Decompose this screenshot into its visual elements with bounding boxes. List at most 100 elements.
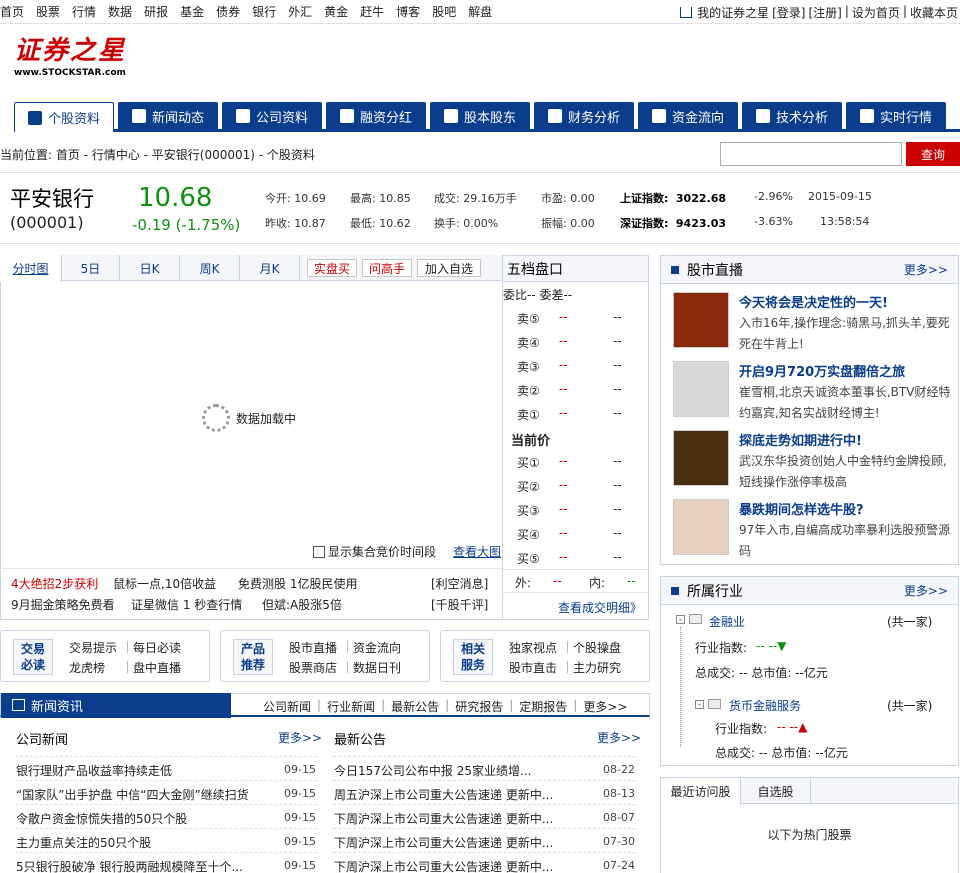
live-item-title[interactable]: 开启9月720万实盘翻倍之旅 — [739, 361, 905, 380]
news-item[interactable]: 令散户资金惊慌失措的50只个股 — [16, 810, 187, 827]
news-item[interactable]: 周五沪深上市公司重大公告速递 更新中... — [334, 786, 553, 803]
ad-link[interactable]: 9月掘金策略免费看 — [11, 596, 115, 613]
topnav-right-link[interactable]: 设为首页 — [852, 4, 900, 21]
news-item[interactable]: 银行理财产品收益率持续走低 — [16, 762, 172, 779]
more-link[interactable]: 更多>> — [278, 729, 322, 746]
topnav-link[interactable]: 基金 — [180, 3, 210, 20]
industry-name[interactable]: 货币金融服务 — [729, 697, 801, 714]
tab-monthly-k[interactable]: 月K — [240, 255, 300, 281]
live-item[interactable]: 开启9月720万实盘翻倍之旅 崔雪桐,北京天诚资本董事长,BTV财经特约嘉宾,知名… — [673, 361, 953, 423]
checkbox[interactable] — [313, 545, 325, 558]
news-item[interactable]: 主力重点关注的50只个股 — [16, 834, 151, 851]
avatar[interactable] — [673, 292, 729, 348]
service-link[interactable]: 盘中直播 — [133, 659, 181, 676]
news-category-link[interactable]: 研究报告 — [455, 698, 503, 715]
ad-link[interactable]: 鼠标一点,10倍收益 — [113, 575, 216, 592]
tab-moneyflow[interactable]: 资金流向 — [638, 102, 738, 130]
news-item[interactable]: 今日157公司公布中报 25家业绩增... — [334, 762, 531, 779]
index-sz[interactable]: 深证指数: 9423.03 — [620, 215, 726, 231]
real-buy-button[interactable]: 实盘买 — [307, 259, 357, 277]
service-link[interactable]: 股市直播 — [289, 639, 337, 656]
topnav-link[interactable]: 数据 — [108, 3, 138, 20]
news-category-link[interactable]: 公司新闻 — [263, 698, 311, 715]
topnav-link[interactable]: 股票 — [36, 3, 66, 20]
live-item[interactable]: 暴跌期间怎样选牛股? 97年入市,自编高成功率暴利选股预警源码 — [673, 499, 953, 561]
industry-name[interactable]: 金融业 — [709, 613, 745, 630]
site-logo[interactable]: 证券之星 www.STOCKSTAR.com — [14, 36, 134, 86]
tab-daily-k[interactable]: 日K — [120, 255, 180, 281]
news-item[interactable]: 下周沪深上市公司重大公告速递 更新中... — [334, 834, 553, 851]
service-link[interactable]: 独家视点 — [509, 639, 557, 656]
news-item[interactable]: 下周沪深上市公司重大公告速递 更新中... — [334, 858, 553, 873]
news-item[interactable]: 5只银行股破净 银行股两融规模降至十个... — [16, 858, 243, 873]
tab-news[interactable]: 新闻动态 — [118, 102, 218, 130]
topnav-right-link[interactable]: 我的证券之星 — [697, 4, 769, 21]
ad-link[interactable]: 但斌:A股涨5倍 — [262, 596, 342, 613]
tab-finance[interactable]: 财务分析 — [534, 102, 634, 130]
ad-link[interactable]: 4大绝招2步获利 — [11, 575, 98, 592]
tab-weekly-k[interactable]: 周K — [180, 255, 240, 281]
topnav-link[interactable]: 黄金 — [324, 3, 354, 20]
news-category-link[interactable]: 更多>> — [583, 698, 627, 715]
topnav-link[interactable]: 首页 — [0, 3, 30, 20]
tab-watchlist[interactable]: 自选股 — [741, 778, 811, 804]
live-item[interactable]: 今天将会是决定性的一天! 入市16年,操作理念:骑黑马,抓头羊,要死死在牛背上! — [673, 292, 953, 354]
news-category-link[interactable]: 最新公告 — [391, 698, 439, 715]
search-input[interactable] — [720, 142, 902, 166]
news-tab[interactable]: 新闻资讯 — [1, 693, 231, 718]
service-link[interactable]: 个股操盘 — [573, 639, 621, 656]
ad-link[interactable]: [千股千评] — [431, 596, 488, 613]
collapse-icon[interactable]: - — [676, 615, 685, 624]
ask-expert-button[interactable]: 问高手 — [362, 259, 412, 277]
tab-shareholders[interactable]: 股本股东 — [430, 102, 530, 130]
live-item-title[interactable]: 今天将会是决定性的一天! — [739, 292, 888, 311]
tab-intraday[interactable]: 分时图 — [0, 255, 62, 282]
news-category-link[interactable]: 行业新闻 — [327, 698, 375, 715]
topnav-link[interactable]: 外汇 — [288, 3, 318, 20]
search-button[interactable]: 查询 — [906, 142, 960, 166]
service-link[interactable]: 数据日刊 — [353, 659, 401, 676]
service-link[interactable]: 主力研究 — [573, 659, 621, 676]
service-link[interactable]: 资金流向 — [353, 639, 401, 656]
collapse-icon[interactable]: - — [695, 700, 704, 709]
topnav-link[interactable]: 股吧 — [432, 3, 462, 20]
auction-toggle[interactable]: 显示集合竞价时间段 — [313, 543, 436, 560]
more-link[interactable]: 更多>> — [904, 582, 948, 599]
service-link[interactable]: 股市直击 — [509, 659, 557, 676]
big-chart-link[interactable]: 查看大图 — [453, 543, 501, 560]
topnav-link[interactable]: 银行 — [252, 3, 282, 20]
topnav-link[interactable]: 解盘 — [468, 3, 498, 20]
avatar[interactable] — [673, 430, 729, 486]
topnav-link[interactable]: 博客 — [396, 3, 426, 20]
topnav-right-link[interactable]: 收藏本页 — [910, 4, 958, 21]
topnav-right-link[interactable]: [登录] — [772, 4, 805, 21]
tab-technical[interactable]: 技术分析 — [742, 102, 842, 130]
tab-company[interactable]: 公司资料 — [222, 102, 322, 130]
ad-link[interactable]: 证星微信 1 秒查行情 — [131, 596, 242, 613]
news-item[interactable]: 下周沪深上市公司重大公告速递 更新中... — [334, 810, 553, 827]
avatar[interactable] — [673, 361, 729, 417]
trade-detail-link[interactable]: 查看成交明细》 — [558, 599, 642, 616]
topnav-link[interactable]: 行情 — [72, 3, 102, 20]
service-link[interactable]: 股票商店 — [289, 659, 337, 676]
more-link[interactable]: 更多>> — [904, 261, 948, 278]
ad-link[interactable]: 免费测股 1亿股民使用 — [238, 575, 357, 592]
topnav-link[interactable]: 赶牛 — [360, 3, 390, 20]
ad-link[interactable]: [利空消息] — [431, 575, 488, 592]
live-item-title[interactable]: 探底走势如期进行中! — [739, 430, 862, 449]
tab-realtime[interactable]: 实时行情 — [846, 102, 946, 130]
index-sh[interactable]: 上证指数: 3022.68 — [620, 190, 726, 206]
news-category-link[interactable]: 定期报告 — [519, 698, 567, 715]
tab-recent[interactable]: 最近访问股 — [661, 778, 741, 805]
tab-dividend[interactable]: 融资分红 — [326, 102, 426, 130]
service-link[interactable]: 龙虎榜 — [69, 659, 105, 676]
service-link[interactable]: 每日必读 — [133, 639, 181, 656]
news-item[interactable]: “国家队”出手护盘 中信“四大金刚”继续扫货 — [16, 786, 249, 803]
more-link[interactable]: 更多>> — [597, 729, 641, 746]
avatar[interactable] — [673, 499, 729, 555]
add-watchlist-button[interactable]: 加入自选 — [417, 259, 481, 277]
topnav-right-link[interactable]: [注册] — [809, 4, 842, 21]
live-item[interactable]: 探底走势如期进行中! 武汉东华投资创始人中金特约金牌投顾,短线操作涨停率极高 — [673, 430, 953, 492]
live-item-title[interactable]: 暴跌期间怎样选牛股? — [739, 499, 864, 518]
topnav-link[interactable]: 债券 — [216, 3, 246, 20]
